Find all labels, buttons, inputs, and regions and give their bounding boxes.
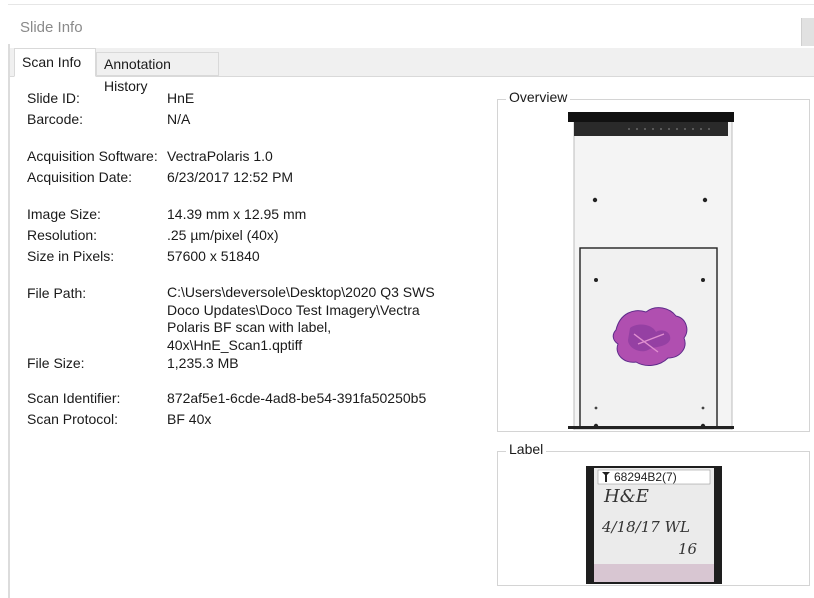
field-value: 14.39 mm x 12.95 mm (167, 206, 307, 222)
label-barcode-text: 68294B2(7) (614, 470, 677, 484)
field-acquisition-software: Acquisition Software: VectraPolaris 1.0 (27, 146, 487, 167)
scan-info-panel: Slide ID: HnE Barcode: N/A Acquisition S… (27, 88, 487, 430)
title-bar: Slide Info (8, 4, 814, 46)
tissue-section (612, 307, 688, 366)
label-group: Label 68294B2(7) H&E 4/18/17 WL 16 (497, 441, 810, 586)
field-label: Barcode: (27, 111, 84, 127)
overview-group: Overview (497, 89, 810, 432)
field-value: N/A (167, 111, 191, 127)
field-image-size: Image Size: 14.39 mm x 12.95 mm (27, 204, 487, 225)
field-file-path: File Path: C:\Users\deversole\Desktop\20… (27, 283, 487, 353)
overview-label: Overview (506, 89, 571, 105)
field-label: Slide ID: (27, 90, 80, 106)
field-label: Image Size: (27, 206, 101, 222)
field-slide-id: Slide ID: HnE (27, 88, 487, 109)
field-size-in-pixels: Size in Pixels: 57600 x 51840 (27, 246, 487, 267)
field-label: Resolution: (27, 227, 98, 243)
field-barcode: Barcode: N/A (27, 109, 487, 130)
label-group-title: Label (506, 441, 547, 457)
field-scan-protocol: Scan Protocol: BF 40x (27, 409, 487, 430)
label-handwriting-1: H&E (603, 486, 649, 507)
tab-annotation-history[interactable]: Annotation History (96, 52, 219, 94)
field-label: Scan Identifier: (27, 390, 121, 406)
window-border (8, 44, 10, 598)
field-resolution: Resolution: .25 µm/pixel (40x) (27, 225, 487, 246)
field-label: Size in Pixels: (27, 248, 115, 264)
tab-scan-info[interactable]: Scan Info (14, 48, 96, 77)
field-value: C:\Users\deversole\Desktop\2020 Q3 SWS D… (167, 284, 435, 353)
field-file-size: File Size: 1,235.3 MB (27, 353, 487, 374)
field-label: Acquisition Date: (27, 169, 133, 185)
field-label: Scan Protocol: (27, 411, 119, 427)
field-value: 1,235.3 MB (167, 355, 239, 371)
field-label: File Size: (27, 355, 85, 371)
field-value: 872af5e1-6cde-4ad8-be54-391fa50250b5 (167, 390, 427, 406)
label-handwriting-2: 4/18/17 WL (601, 518, 690, 536)
field-value: HnE (167, 90, 195, 106)
window-control-button[interactable] (801, 18, 814, 46)
field-value: 6/23/2017 12:52 PM (167, 169, 294, 185)
field-value: .25 µm/pixel (40x) (167, 227, 279, 243)
slide-overview-image[interactable] (568, 108, 738, 430)
window-title: Slide Info (20, 19, 83, 36)
field-scan-identifier: Scan Identifier: 872af5e1-6cde-4ad8-be54… (27, 388, 487, 409)
field-label: Acquisition Software: (27, 148, 158, 164)
field-value: BF 40x (167, 411, 212, 427)
slide-label-image[interactable]: 68294B2(7) H&E 4/18/17 WL 16 (586, 466, 722, 584)
field-value: VectraPolaris 1.0 (167, 148, 273, 164)
field-label: File Path: (27, 285, 87, 301)
label-handwriting-3: 16 (678, 540, 698, 558)
tab-strip: Scan Info Annotation History (10, 48, 814, 94)
field-value: 57600 x 51840 (167, 248, 260, 264)
field-acquisition-date: Acquisition Date: 6/23/2017 12:52 PM (27, 167, 487, 188)
